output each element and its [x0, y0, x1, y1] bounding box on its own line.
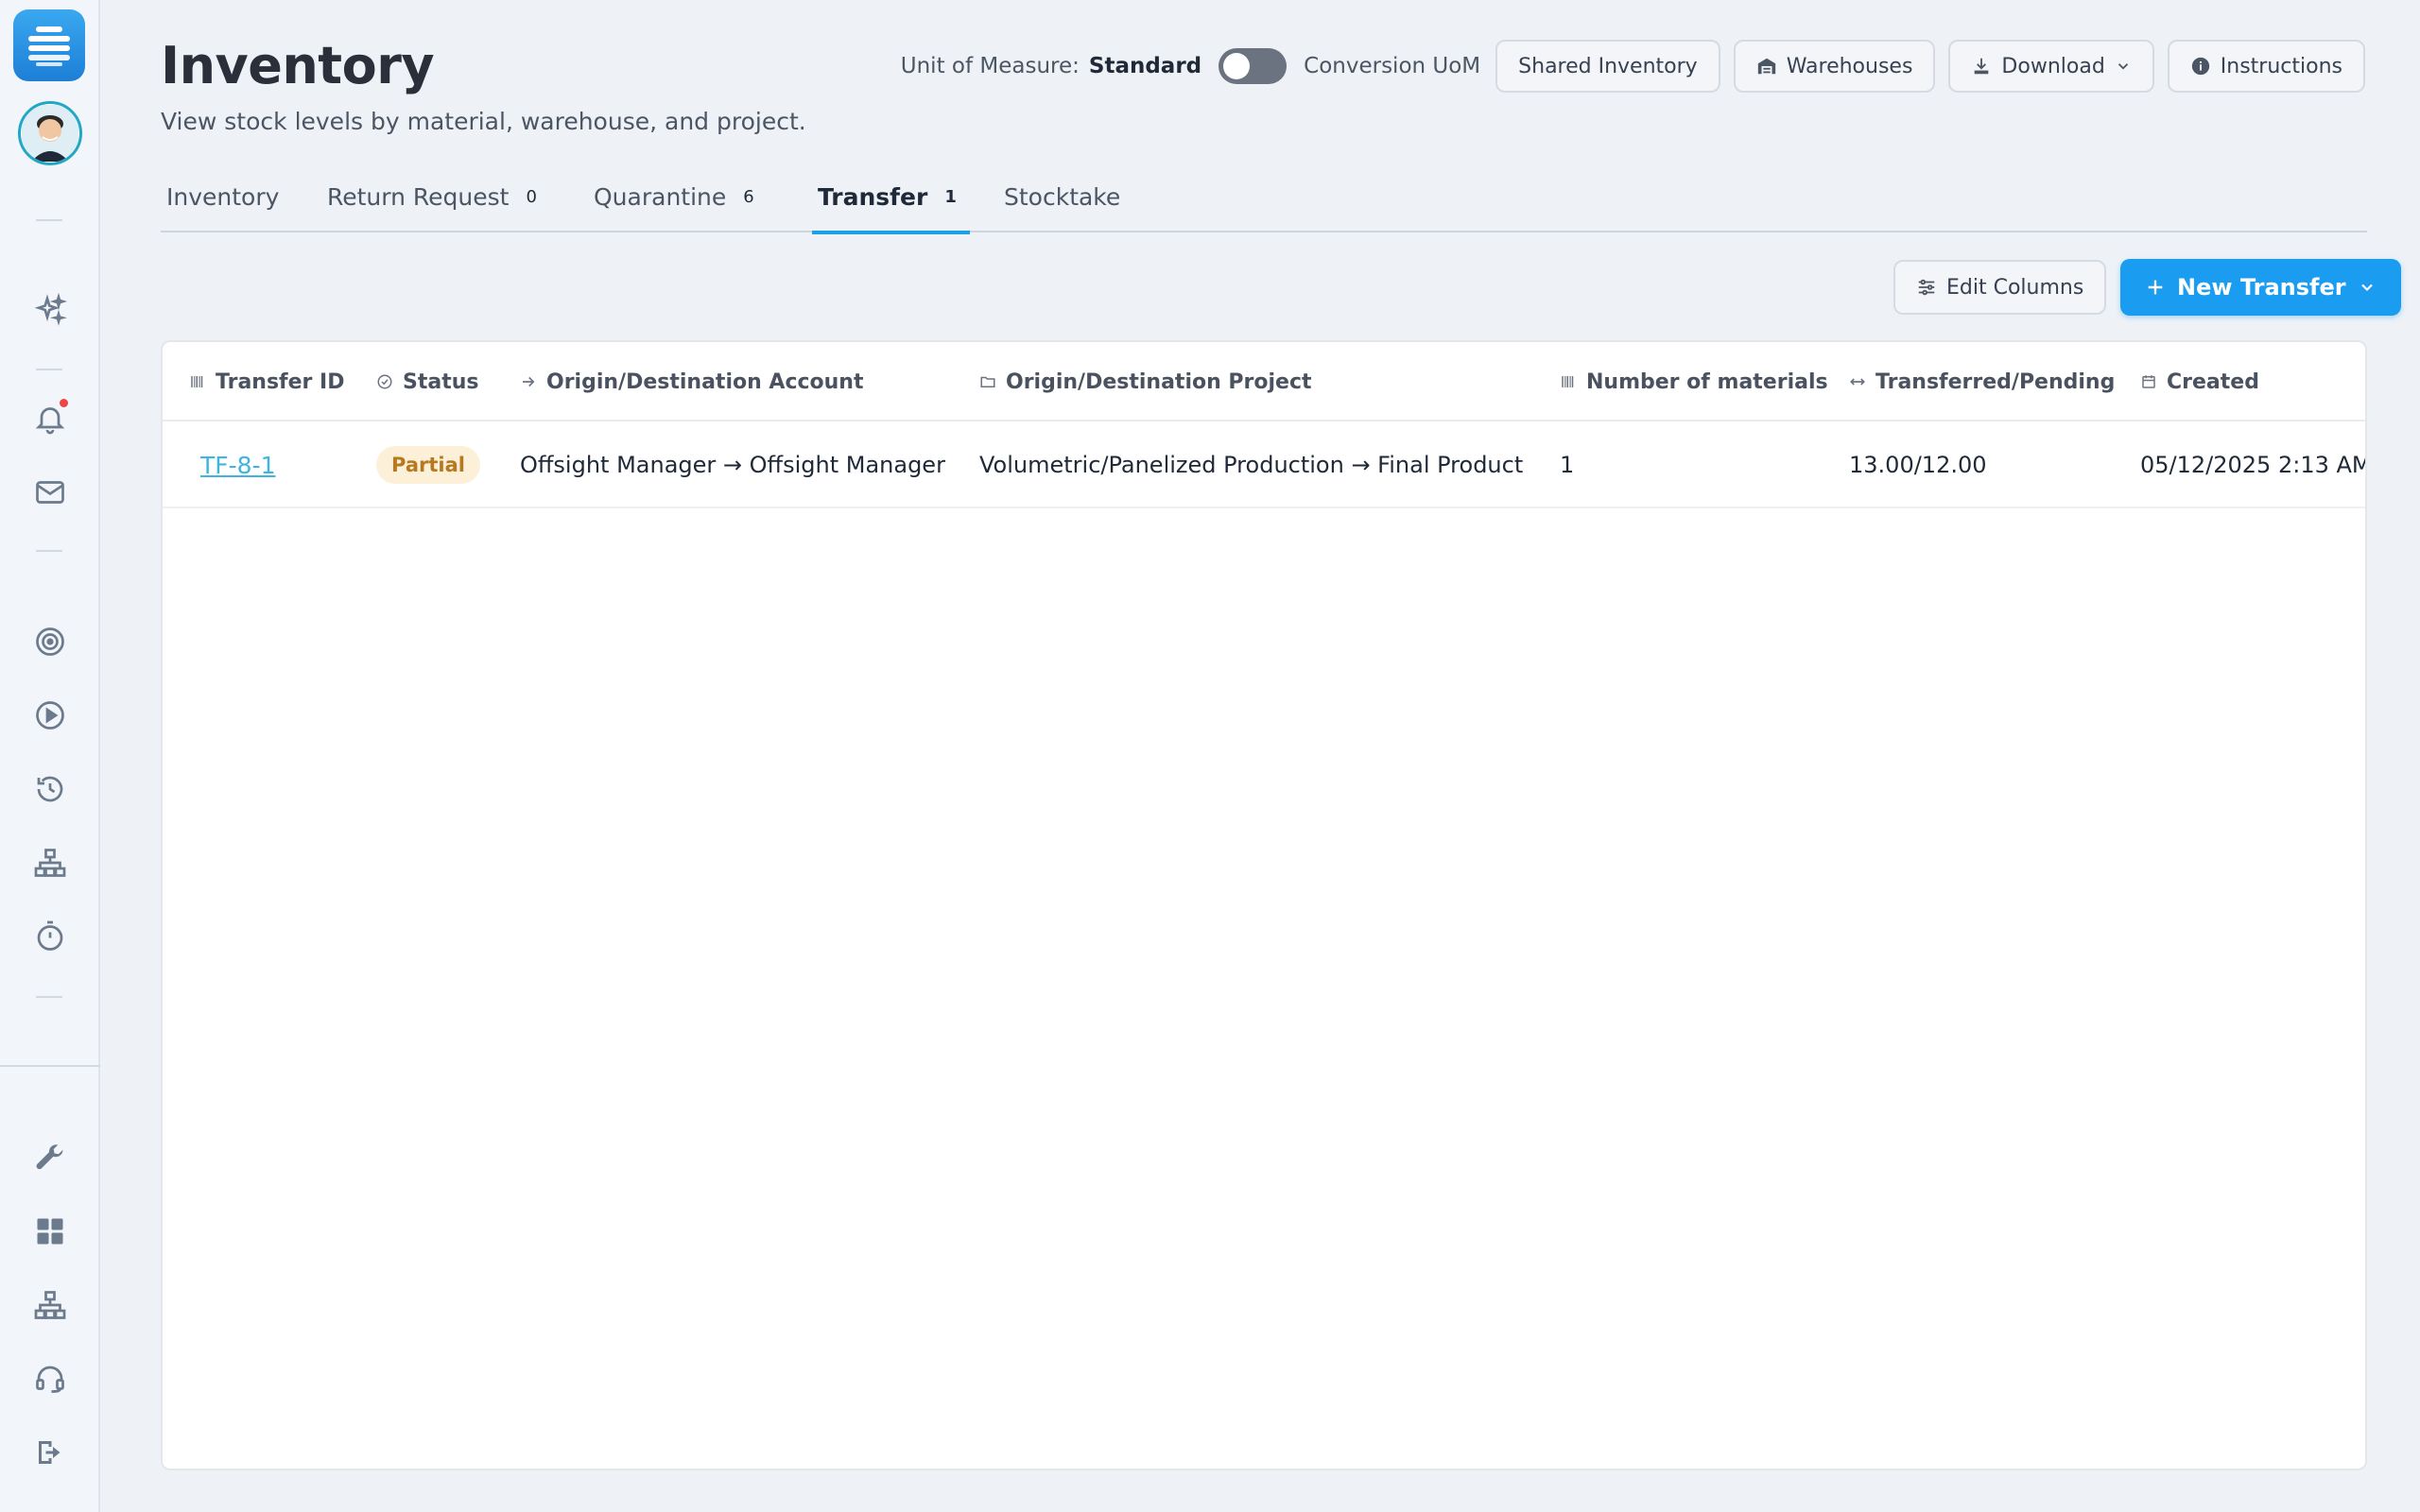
warehouse-icon — [1757, 58, 1775, 75]
sidebar-divider — [36, 996, 62, 998]
folder-icon — [980, 376, 995, 387]
mail-icon[interactable] — [28, 471, 72, 514]
grid-icon[interactable] — [28, 1210, 72, 1253]
bell-icon[interactable] — [28, 397, 72, 440]
account-cell: Offsight Manager → Offsight Manager — [520, 452, 945, 478]
logout-icon[interactable] — [28, 1431, 72, 1474]
edit-columns-button[interactable]: Edit Columns — [1893, 260, 2107, 315]
check-circle-icon — [377, 374, 392, 389]
col-transferred[interactable]: Transferred/Pending — [1849, 342, 2115, 421]
plus-icon — [2148, 280, 2163, 295]
instructions-button[interactable]: Instructions — [2167, 40, 2365, 93]
col-label: Number of materials — [1586, 369, 1828, 394]
sidebar-divider — [36, 219, 62, 221]
table-row[interactable]: TF-8-1 Partial Offsight Manager → Offsig… — [163, 421, 2365, 508]
uom-toggle[interactable] — [1219, 48, 1288, 84]
download-icon — [1975, 58, 1989, 75]
toggle-knob — [1223, 53, 1251, 79]
logo-icon — [28, 26, 70, 66]
col-label: Origin/Destination Account — [546, 369, 864, 394]
chevron-down-icon — [2360, 284, 2373, 292]
sidebar-divider — [36, 550, 62, 552]
header-toolbar: Unit of Measure: Standard Conversion UoM… — [901, 40, 2365, 93]
new-transfer-button[interactable]: New Transfer — [2120, 259, 2401, 316]
tab-stocktake[interactable]: Stocktake — [1004, 161, 1120, 232]
play-icon[interactable] — [28, 694, 72, 737]
tab-quarantine[interactable]: Quarantine 6 — [594, 161, 754, 232]
chevron-down-icon — [2118, 63, 2128, 70]
shared-inventory-label: Shared Inventory — [1518, 54, 1698, 78]
warehouses-label: Warehouses — [1786, 54, 1913, 78]
tab-label: Quarantine — [594, 182, 727, 211]
created-cell: 05/12/2025 2:13 AM — [2140, 452, 2367, 478]
support-icon[interactable] — [28, 1357, 72, 1400]
col-transfer-id[interactable]: Transfer ID — [189, 342, 345, 421]
transferred-cell: 13.00/12.00 — [1849, 452, 1987, 478]
col-label: Transferred/Pending — [1876, 369, 2116, 394]
warehouses-button[interactable]: Warehouses — [1733, 40, 1936, 93]
notification-dot — [60, 399, 68, 407]
uom-value: Standard — [1088, 54, 1202, 78]
status-badge: Partial — [376, 446, 480, 484]
arrow-right-icon — [523, 376, 535, 387]
edit-columns-label: Edit Columns — [1946, 275, 2084, 300]
new-transfer-label: New Transfer — [2177, 274, 2346, 301]
tab-label: Return Request — [327, 182, 510, 211]
network-icon[interactable] — [28, 1283, 72, 1327]
arrows-horizontal-icon — [1850, 378, 1865, 386]
info-icon — [2191, 57, 2209, 76]
sliders-icon — [1918, 279, 1935, 296]
timer-icon[interactable] — [28, 915, 72, 958]
sidebar-separator — [0, 1065, 100, 1067]
col-created[interactable]: Created — [2140, 342, 2259, 421]
col-label: Status — [403, 369, 479, 394]
col-label: Origin/Destination Project — [1006, 369, 1312, 394]
calendar-icon — [2142, 375, 2155, 388]
tab-bar: Inventory Return Request 0 Quarantine 6 … — [161, 161, 2367, 234]
tab-label: Stocktake — [1004, 182, 1121, 211]
col-label: Created — [2167, 369, 2259, 394]
tab-transfer[interactable]: Transfer 1 — [812, 161, 970, 234]
col-label: Transfer ID — [216, 369, 345, 394]
uom-label: Unit of Measure: — [900, 54, 1080, 78]
col-project[interactable]: Origin/Destination Project — [979, 342, 1312, 421]
page-subtitle: View stock levels by material, warehouse… — [161, 108, 806, 135]
download-label: Download — [2001, 54, 2105, 78]
col-account[interactable]: Origin/Destination Account — [520, 342, 863, 421]
table-header: Transfer ID Status Origin/Destination Ac… — [163, 342, 2365, 421]
sitemap-icon[interactable] — [28, 841, 72, 885]
materials-cell: 1 — [1560, 452, 1575, 478]
barcode-icon — [1562, 376, 1574, 387]
col-materials[interactable]: Number of materials — [1560, 342, 1828, 421]
tab-count: 1 — [944, 186, 957, 207]
sidebar — [0, 0, 100, 1512]
app-logo[interactable] — [13, 9, 85, 81]
instructions-label: Instructions — [2220, 54, 2342, 78]
history-icon[interactable] — [28, 767, 72, 811]
sidebar-divider — [36, 369, 62, 370]
transfer-table: Transfer ID Status Origin/Destination Ac… — [161, 340, 2367, 1470]
barcode-icon — [191, 376, 203, 387]
tab-inventory[interactable]: Inventory — [166, 161, 279, 232]
sparkles-icon[interactable] — [28, 288, 72, 332]
transfer-id-link[interactable]: TF-8-1 — [200, 452, 276, 479]
project-cell: Volumetric/Panelized Production → Final … — [979, 452, 1524, 478]
tab-label: Transfer — [818, 182, 928, 211]
tab-return-request[interactable]: Return Request 0 — [327, 161, 537, 232]
target-icon[interactable] — [28, 620, 72, 663]
tab-label: Inventory — [166, 182, 280, 211]
tab-count: 6 — [743, 186, 754, 207]
page-title: Inventory — [161, 36, 435, 95]
download-button[interactable]: Download — [1948, 40, 2154, 93]
col-status[interactable]: Status — [376, 342, 478, 421]
wrench-icon[interactable] — [28, 1136, 72, 1179]
conversion-uom-label: Conversion UoM — [1304, 54, 1481, 78]
tab-count: 0 — [526, 186, 537, 207]
avatar[interactable] — [18, 101, 82, 165]
shared-inventory-button[interactable]: Shared Inventory — [1495, 40, 1720, 93]
